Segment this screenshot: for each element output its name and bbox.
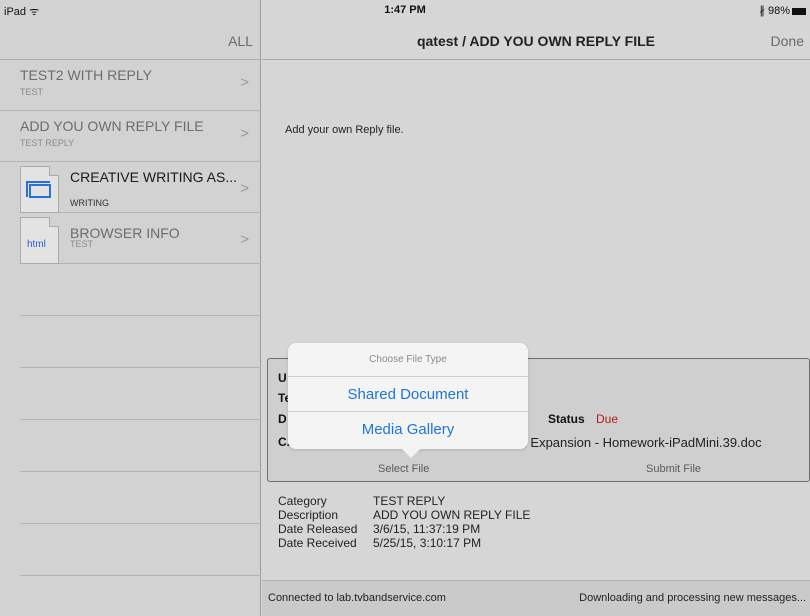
empty-row xyxy=(20,368,261,420)
sidebar: ALL TEST2 WITH REPLY TEST > ADD YOU OWN … xyxy=(0,0,261,616)
chevron-right-icon: > xyxy=(240,180,249,197)
list-item-subtitle: TEST REPLY xyxy=(20,138,75,148)
sidebar-nav-bar: ALL xyxy=(0,20,261,60)
bluetooth-icon: ∦ xyxy=(759,5,765,17)
status-badge: Due xyxy=(596,412,619,426)
list-item-subtitle: TEST xyxy=(20,87,44,97)
assignment-details: Category TEST REPLY Description ADD YOU OW… xyxy=(278,494,530,550)
empty-row xyxy=(20,472,261,524)
popover-arrow xyxy=(401,448,421,458)
detail-pane: qatest / ADD YOU OWN REPLY FILE Done Add… xyxy=(262,0,810,616)
list-item-subtitle: WRITING xyxy=(70,198,109,208)
list-item-title: CREATIVE WRITING AS... xyxy=(70,169,237,185)
battery-icon xyxy=(792,7,806,15)
window-icon xyxy=(20,166,59,213)
list-item[interactable]: TEST2 WITH REPLY TEST > xyxy=(0,60,261,111)
page-title: qatest / ADD YOU OWN REPLY FILE xyxy=(416,33,656,49)
list-item-title: ADD YOU OWN REPLY FILE xyxy=(20,118,204,134)
empty-row xyxy=(20,420,261,472)
connection-status: Connected to lab.tvbandservice.com xyxy=(268,592,446,604)
status-footer: Connected to lab.tvbandservice.com Downl… xyxy=(262,580,810,616)
panel-label-u: U xyxy=(278,371,287,385)
list-item-title: TEST2 WITH REPLY xyxy=(20,67,152,83)
category-label: Category xyxy=(278,494,327,508)
status-bar: iPad ᯤ 1:47 PM ∦ 98% xyxy=(0,0,810,20)
html-icon-label: html xyxy=(27,239,46,250)
date-received-value: 5/25/15, 3:10:17 PM xyxy=(373,536,482,550)
empty-row xyxy=(20,316,261,368)
panel-label-d: D xyxy=(278,412,287,426)
popover-title: Choose File Type xyxy=(288,343,528,377)
battery-percent: 98% xyxy=(767,5,790,17)
date-released-value: 3/6/15, 11:37:19 PM xyxy=(373,522,481,536)
empty-row xyxy=(20,524,261,576)
activity-status: Downloading and processing new messages.… xyxy=(579,592,806,604)
file-type-popover: Choose File Type Shared Document Media G… xyxy=(288,343,528,458)
media-gallery-option[interactable]: Media Gallery xyxy=(288,412,528,447)
assignment-description: Add your own Reply file. xyxy=(285,124,404,136)
done-button[interactable]: Done xyxy=(771,33,804,49)
list-item[interactable]: html BROWSER INFO TEST > xyxy=(20,213,261,264)
category-value: TEST REPLY xyxy=(373,494,446,508)
select-file-button[interactable]: Select File xyxy=(378,463,429,475)
assignment-list: TEST2 WITH REPLY TEST > ADD YOU OWN REPL… xyxy=(0,60,261,616)
status-label: Status xyxy=(548,412,585,426)
battery-status: ∦ 98% xyxy=(759,4,806,17)
empty-row xyxy=(20,576,261,616)
description-value: ADD YOU OWN REPLY FILE xyxy=(373,508,531,522)
all-button[interactable]: ALL xyxy=(228,33,253,49)
empty-row xyxy=(20,264,261,316)
html-file-icon: html xyxy=(20,217,59,264)
date-received-label: Date Received xyxy=(278,536,357,550)
description-label: Description xyxy=(278,508,339,522)
list-item[interactable]: CREATIVE WRITING AS... WRITING > xyxy=(20,162,261,213)
submit-file-button[interactable]: Submit File xyxy=(646,463,701,475)
shared-document-option[interactable]: Shared Document xyxy=(288,377,528,412)
detail-nav-bar: qatest / ADD YOU OWN REPLY FILE Done xyxy=(262,20,810,60)
file-name: ard Expansion - Homework-iPadMini.39.doc xyxy=(508,435,762,450)
list-item-subtitle: TEST xyxy=(70,239,94,249)
date-released-label: Date Released xyxy=(278,522,358,536)
chevron-right-icon: > xyxy=(240,125,249,142)
list-item[interactable]: ADD YOU OWN REPLY FILE TEST REPLY > xyxy=(0,111,261,162)
clock: 1:47 PM xyxy=(384,4,426,16)
chevron-right-icon: > xyxy=(240,231,249,248)
chevron-right-icon: > xyxy=(240,74,249,91)
